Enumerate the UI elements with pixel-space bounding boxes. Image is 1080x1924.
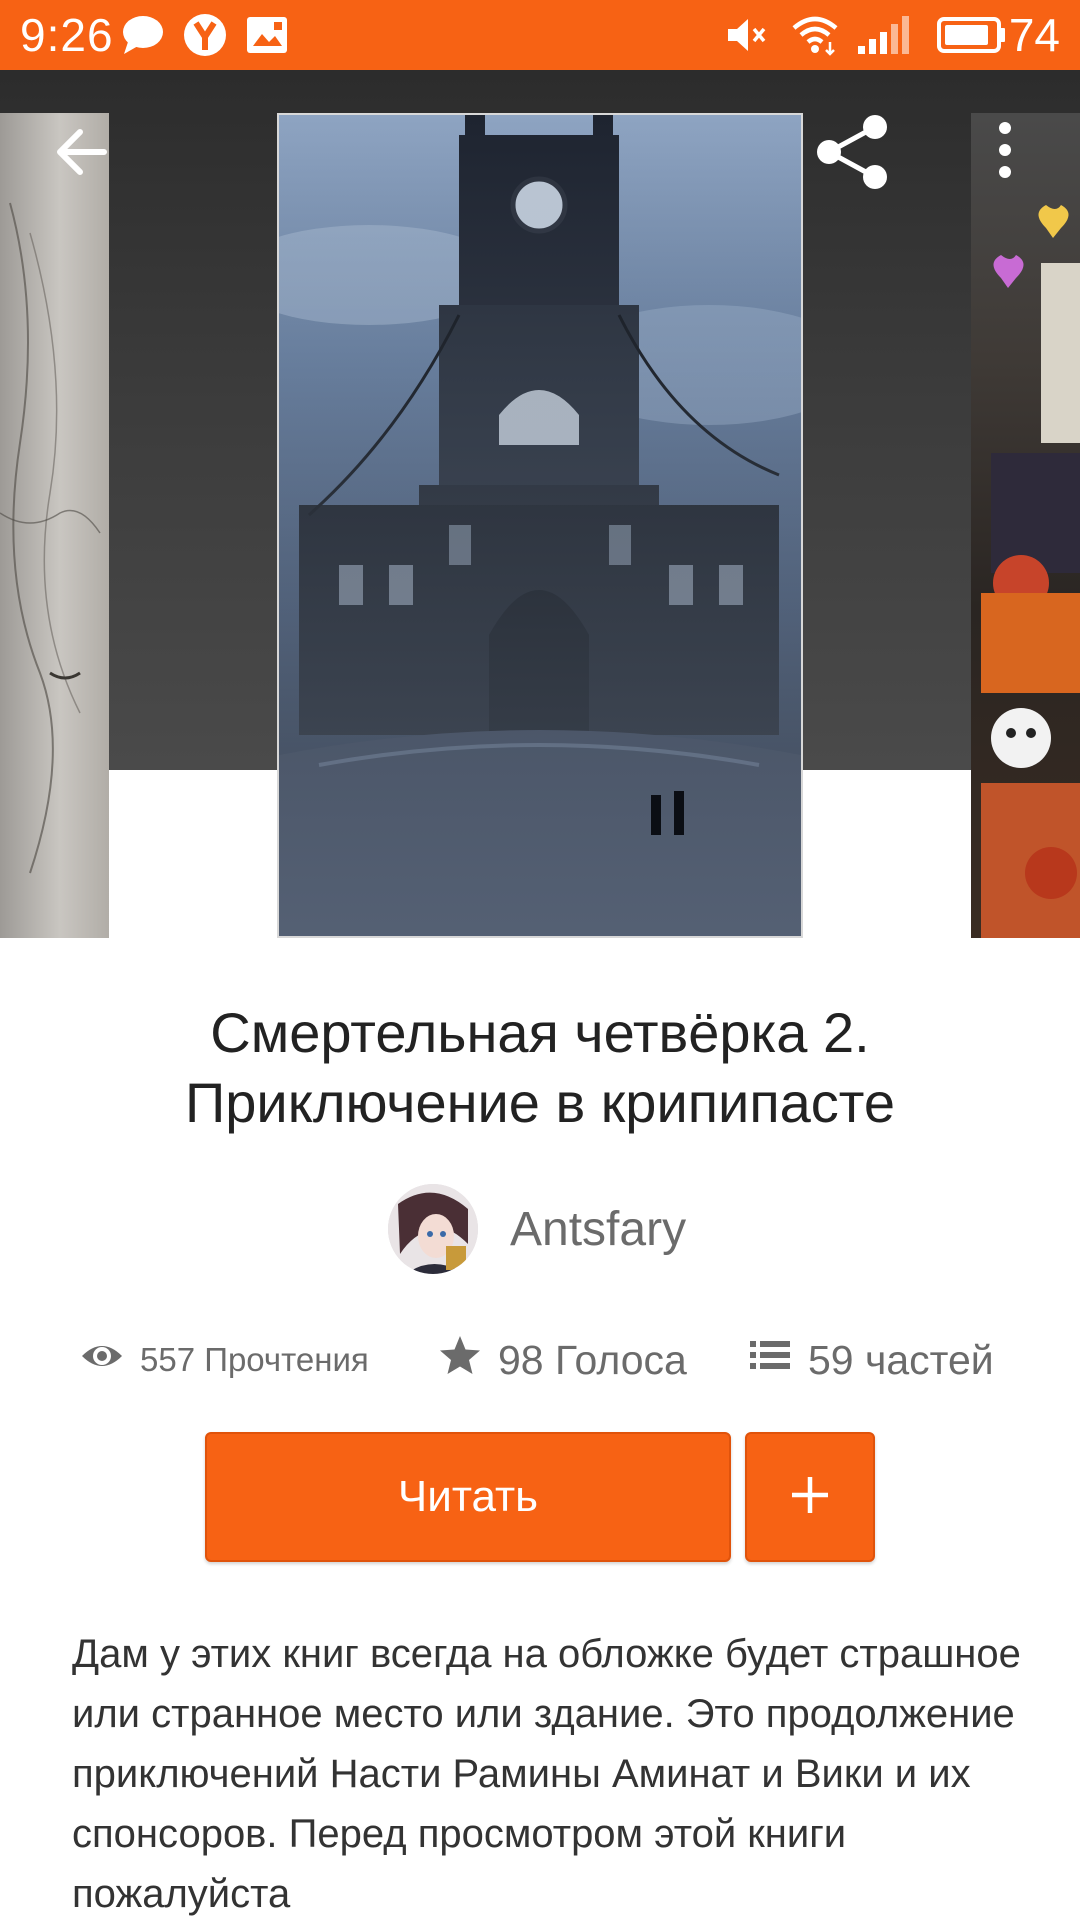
chat-bubble-icon <box>120 12 166 63</box>
status-bar: 9:26 74 <box>0 0 1080 70</box>
reads-count: 557 Прочтения <box>140 1341 369 1378</box>
story-stats: 557 Прочтения 98 Голоса 59 частей <box>0 1330 1080 1390</box>
back-button[interactable] <box>50 120 114 189</box>
arrow-left-icon <box>50 129 114 188</box>
star-icon <box>438 1333 498 1387</box>
yandex-icon <box>182 12 228 63</box>
battery-icon <box>936 12 1008 63</box>
wifi-icon <box>790 12 840 63</box>
status-time: 9:26 <box>20 9 114 61</box>
votes-count: 98 Голоса <box>498 1336 687 1383</box>
story-title-line-1: Смертельная четвёрка 2. <box>210 1001 870 1064</box>
story-description: Дам у этих книг всегда на обложке будет … <box>72 1632 1021 1916</box>
share-button[interactable] <box>812 112 892 197</box>
story-title: Смертельная четвёрка 2. Приключение в кр… <box>60 998 1020 1138</box>
next-book-cover[interactable] <box>971 113 1080 938</box>
list-icon <box>748 1333 808 1387</box>
book-cover-image[interactable] <box>277 113 803 938</box>
plus-icon <box>788 1473 832 1522</box>
eye-icon <box>80 1334 140 1386</box>
more-options-button[interactable] <box>990 120 1020 185</box>
mute-icon <box>724 12 770 63</box>
battery-percent: 74 <box>1008 9 1060 61</box>
author-row[interactable]: Antsfary <box>0 1184 1080 1276</box>
reads-stat: 557 Прочтения <box>80 1330 369 1390</box>
read-button[interactable]: Читать <box>205 1432 731 1562</box>
author-avatar[interactable] <box>388 1184 478 1274</box>
previous-book-cover[interactable] <box>0 113 109 938</box>
story-title-line-2: Приключение в крипипасте <box>185 1071 895 1134</box>
add-to-library-button[interactable] <box>745 1432 875 1562</box>
image-icon <box>244 12 290 63</box>
parts-count: 59 частей <box>808 1336 994 1383</box>
more-vertical-icon <box>990 122 1020 184</box>
author-name[interactable]: Antsfary <box>510 1202 686 1257</box>
votes-stat: 98 Голоса <box>438 1330 687 1390</box>
signal-icon <box>856 12 912 63</box>
share-icon <box>812 115 892 196</box>
parts-stat: 59 частей <box>748 1330 994 1390</box>
